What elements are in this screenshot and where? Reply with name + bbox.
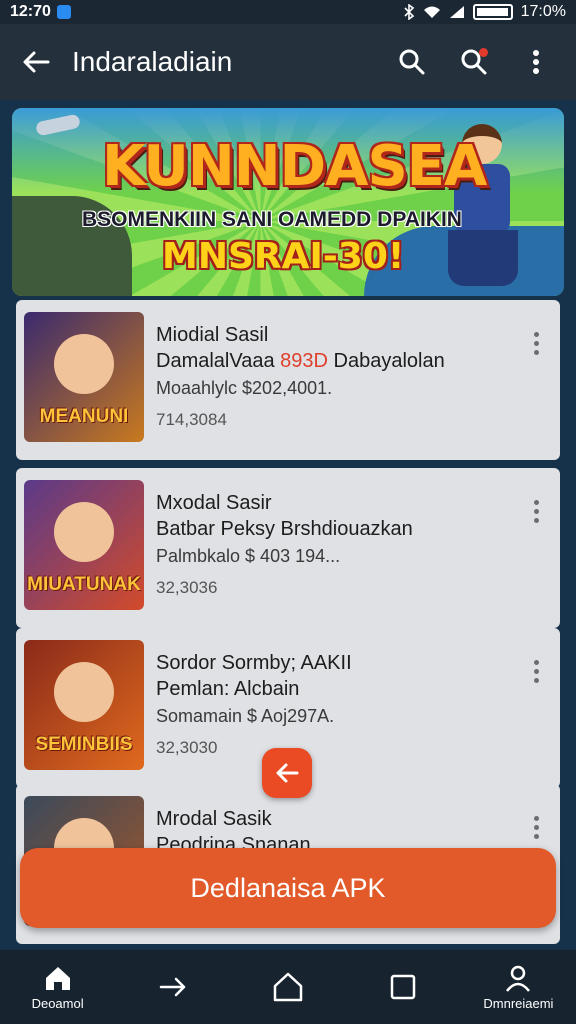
square-icon [390, 974, 416, 1000]
more-vert-icon[interactable] [530, 500, 542, 523]
app-subtitle: Batbar Peksy Brshdiouazkan [156, 518, 413, 540]
app-subtitle: Pemlan: Alcbain [156, 678, 300, 700]
app-title: Mrodal Sasik [156, 808, 272, 830]
more-options-button[interactable] [518, 44, 554, 80]
app-thumbnail: MEANUNI [24, 312, 144, 442]
back-button[interactable] [0, 44, 72, 80]
notification-icon [56, 5, 71, 19]
wifi-icon [423, 6, 440, 18]
nav-house[interactable] [230, 950, 345, 1024]
banner-promo: MNSRAI-30! [162, 236, 405, 277]
back-arrow-icon [276, 763, 299, 783]
battery-icon [472, 4, 513, 20]
status-time: 12:70 [10, 3, 51, 20]
app-info: Palmbkalo $ 403 194... [156, 546, 341, 566]
list-item[interactable]: MIUATUNAK Mxodal Sasir Batbar Peksy Brsh… [16, 468, 560, 628]
app-subtitle: DamalalVaaa 893D Dabayalolan [156, 350, 445, 372]
app-info: Moaahlylc $202,4001. [156, 378, 333, 398]
notification-search-button[interactable] [456, 44, 492, 80]
house-icon [273, 972, 303, 1002]
page-title: Indaraladiain [72, 46, 233, 77]
banner-title: KUNNDASEA [102, 134, 487, 199]
more-vert-icon[interactable] [530, 816, 542, 839]
app-title: Sordor Sormby; AAKII [156, 652, 352, 674]
nav-home[interactable]: Deoamol [0, 950, 115, 1024]
home-icon [45, 966, 70, 990]
bluetooth-icon [404, 4, 414, 20]
app-title: Miodial Sasil [156, 324, 269, 346]
forward-arrow-icon [159, 977, 186, 997]
more-vert-icon[interactable] [530, 660, 542, 683]
status-bar: 12:70 17:0% [0, 0, 576, 24]
nav-recents[interactable] [346, 950, 461, 1024]
list-item[interactable]: MEANUNI Miodial Sasil DamalalVaaa 893D D… [16, 300, 560, 460]
nav-profile[interactable]: Dmnreiaemi [461, 950, 576, 1024]
nav-profile-label: Dmnreiaemi [483, 995, 554, 1011]
nav-forward[interactable] [115, 950, 230, 1024]
search-button[interactable] [394, 44, 430, 80]
download-apk-button[interactable]: Dedlanaisa APK [20, 848, 556, 928]
back-fab-button[interactable] [262, 748, 312, 798]
signal-icon [449, 6, 464, 18]
app-info: Somamain $ Aoj297A. [156, 706, 335, 726]
more-vert-icon [533, 50, 539, 74]
notification-badge [479, 48, 488, 57]
app-downloads: 714,3084 [156, 410, 227, 429]
promo-banner[interactable]: KUNNDASEA BSOMENKIIN SANI OAMEDD DPAIKIN… [12, 108, 564, 296]
app-thumbnail: SEMINBIIS [24, 640, 144, 770]
bottom-nav: Deoamol Dmnreiaemi [0, 950, 576, 1024]
app-title: Mxodal Sasir [156, 492, 272, 514]
app-downloads: 32,3030 [156, 738, 218, 757]
battery-percent: 17:0% [520, 3, 566, 20]
app-downloads: 32,3036 [156, 578, 218, 597]
nav-home-label: Deoamol [31, 995, 84, 1011]
app-thumbnail: MIUATUNAK [24, 480, 144, 610]
app-bar: Indaraladiain [0, 24, 576, 100]
banner-subtitle: BSOMENKIIN SANI OAMEDD DPAIKIN [82, 208, 462, 231]
back-arrow-icon [23, 51, 50, 73]
more-vert-icon[interactable] [530, 332, 542, 355]
search-icon [399, 49, 425, 75]
profile-icon [506, 965, 531, 992]
